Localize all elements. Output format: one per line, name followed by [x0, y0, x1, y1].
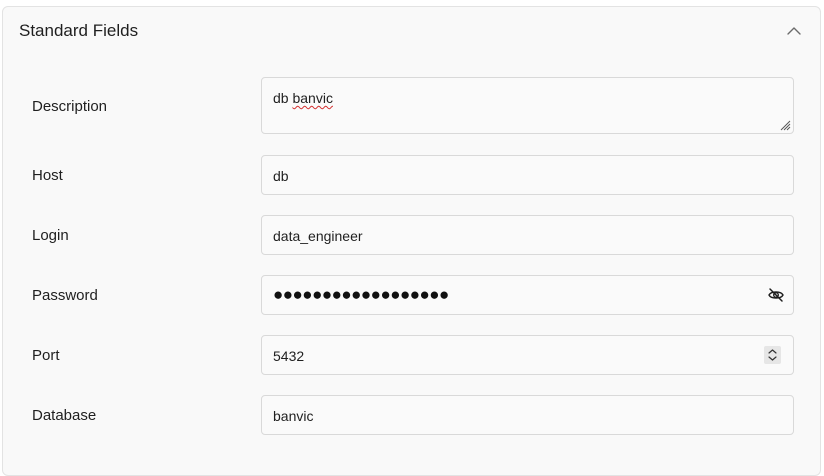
description-label: Description: [32, 98, 108, 115]
database-label: Database: [32, 407, 97, 424]
login-label: Login: [32, 227, 69, 244]
port-value: 5432: [273, 348, 305, 364]
host-value: db: [273, 168, 289, 184]
password-input[interactable]: ●●●●●●●●●●●●●●●●●●: [261, 275, 794, 315]
description-value: db banvic: [273, 90, 333, 106]
resize-handle-icon[interactable]: [779, 119, 791, 131]
panel-header[interactable]: Standard Fields: [3, 7, 820, 57]
host-input[interactable]: db: [261, 155, 794, 195]
host-label: Host: [32, 167, 63, 184]
eye-off-icon: [768, 288, 784, 302]
standard-fields-panel: Standard Fields Description db banvic Ho…: [2, 6, 821, 476]
chevron-up-icon: [787, 27, 801, 35]
port-input[interactable]: 5432: [261, 335, 794, 375]
description-textarea[interactable]: db banvic: [261, 77, 794, 134]
database-input[interactable]: banvic: [261, 395, 794, 435]
password-label: Password: [32, 287, 98, 304]
collapse-button[interactable]: [784, 21, 804, 41]
up-down-arrows-icon: [768, 349, 777, 361]
password-masked-value: ●●●●●●●●●●●●●●●●●●: [273, 285, 449, 304]
port-stepper[interactable]: [764, 346, 781, 364]
database-value: banvic: [273, 408, 314, 424]
login-input[interactable]: data_engineer: [261, 215, 794, 255]
toggle-password-visibility-button[interactable]: [767, 286, 785, 304]
port-label: Port: [32, 347, 60, 364]
panel-title: Standard Fields: [19, 21, 139, 40]
login-value: data_engineer: [273, 228, 363, 244]
